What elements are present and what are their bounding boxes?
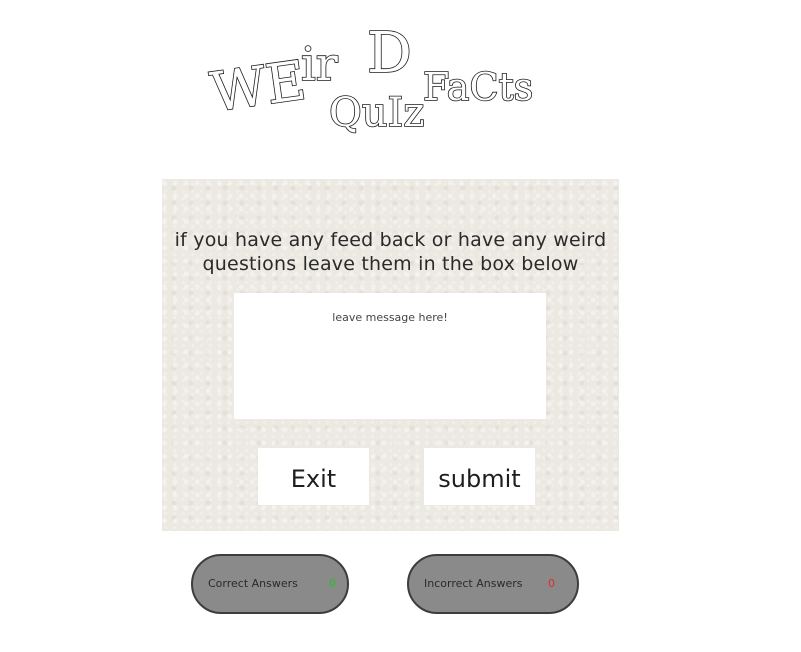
logo-word-quiz: QuIz	[329, 90, 424, 136]
message-textarea[interactable]	[234, 293, 546, 419]
feedback-prompt: if you have any feed back or have any we…	[174, 229, 607, 275]
weird-facts-quiz-logo: WE ir D FaCts QuIz	[205, 18, 565, 138]
incorrect-answers-count: 0	[548, 577, 555, 590]
submit-button[interactable]: submit	[424, 448, 535, 505]
correct-answers-counter: Correct Answers 0	[191, 554, 349, 614]
exit-button[interactable]: Exit	[258, 448, 369, 505]
logo-word-weird-part3: D	[367, 21, 412, 86]
logo-artwork: WE ir D FaCts QuIz	[206, 20, 534, 137]
incorrect-answers-counter: Incorrect Answers 0	[407, 554, 579, 614]
logo-word-weird-part2: ir	[301, 37, 338, 91]
correct-answers-count: 0	[329, 577, 336, 590]
incorrect-answers-label: Incorrect Answers	[424, 577, 523, 590]
correct-answers-label: Correct Answers	[208, 577, 298, 590]
logo-word-facts: FaCts	[423, 65, 533, 109]
feedback-page: WE ir D FaCts QuIz if you have any feed …	[0, 0, 801, 652]
logo-word-weird-part1: WE	[207, 49, 310, 125]
feedback-card: if you have any feed back or have any we…	[162, 179, 619, 531]
